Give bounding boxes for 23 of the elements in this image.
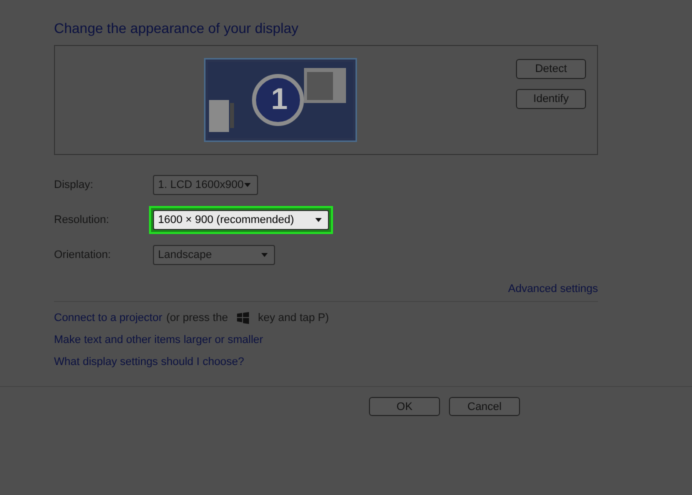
panel-button[interactable]: Detect <box>516 59 586 79</box>
hint-text: key and tap P) <box>258 312 329 324</box>
caret-icon <box>261 253 268 257</box>
setting-label: Display: <box>54 179 94 191</box>
dropdown[interactable]: Landscape <box>153 245 275 265</box>
setting-label: Resolution: <box>54 214 110 226</box>
setting-label: Orientation: <box>54 249 112 261</box>
page-title: Change the appearance of your display <box>54 20 300 36</box>
windows-logo-icon <box>236 312 250 324</box>
help-link[interactable]: What display settings should I choose? <box>54 356 244 368</box>
display-drawing[interactable] <box>204 58 357 142</box>
caret-icon <box>315 218 322 222</box>
dialog-button[interactable]: Cancel <box>449 397 520 416</box>
panel-button[interactable]: Identify <box>516 89 586 109</box>
projector-link[interactable]: Connect to a projector <box>54 312 162 324</box>
dropdown[interactable]: 1. LCD 1600x900 <box>153 175 258 195</box>
help-link[interactable]: Make text and other items larger or smaller <box>54 334 264 346</box>
display-number: 1 <box>271 83 288 117</box>
hint-text: (or press the <box>166 312 228 324</box>
dropdown[interactable]: 1600 × 900 (recommended) <box>153 210 329 230</box>
caret-icon <box>244 183 251 187</box>
dialog-button[interactable]: OK <box>369 397 440 416</box>
advanced-settings-link[interactable]: Advanced settings <box>508 283 598 295</box>
